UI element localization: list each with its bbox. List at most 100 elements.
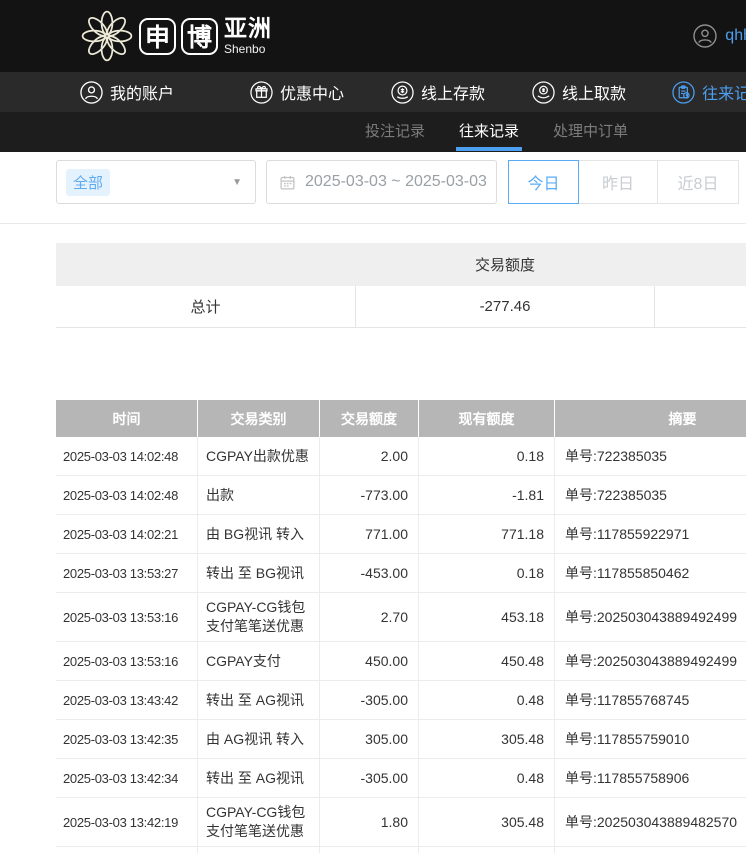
cell-type: 由 AG视讯 转入 xyxy=(197,720,319,758)
cell-time: 2025-03-03 13:42:34 xyxy=(56,759,197,797)
nav-item-label: 我的账户 xyxy=(110,80,174,104)
cell-time: 2025-03-03 13:53:16 xyxy=(56,593,197,641)
cell-time: 2025-03-03 13:53:27 xyxy=(56,554,197,592)
category-select[interactable]: 全部 ▼ xyxy=(56,160,256,204)
cell-balance: 0.48 xyxy=(418,759,554,797)
table-row: 2025-03-03 13:53:16 CGPAY支付 450.00 450.4… xyxy=(56,642,746,681)
user-icon xyxy=(80,81,103,104)
cell-amount: 2.00 xyxy=(319,437,418,475)
cell-type: 由 BG视讯 转入 xyxy=(197,515,319,553)
transactions-table-body: 2025-03-03 14:02:48 CGPAY出款优惠 2.00 0.18 … xyxy=(56,437,746,853)
nav-item-my-account[interactable]: 我的账户 xyxy=(80,80,174,104)
cell-time: 2025-03-03 13:42:19 xyxy=(56,798,197,846)
cell-type: 出款 xyxy=(197,476,319,514)
calendar-icon xyxy=(279,174,296,191)
table-row: 2025-03-03 13:43:42 转出 至 AG视讯 -305.00 0.… xyxy=(56,681,746,720)
cell-summary: 单号:117855922971 xyxy=(554,515,746,553)
cell-time: 2025-03-03 13:42:19 xyxy=(56,847,197,853)
cell-balance: 450.48 xyxy=(418,642,554,680)
cell-time: 2025-03-03 14:02:48 xyxy=(56,476,197,514)
summary-total-label: 总计 xyxy=(56,286,355,327)
cell-balance: 0.48 xyxy=(418,681,554,719)
records-icon xyxy=(672,81,695,104)
cell-amount: 771.00 xyxy=(319,515,418,553)
nav-item-label: 线上取款 xyxy=(562,80,626,104)
user-account-area[interactable]: qhh xyxy=(693,0,746,72)
cell-summary: 单号:722385035 xyxy=(554,437,746,475)
tab-pending-orders[interactable]: 处理中订单 xyxy=(553,112,628,152)
cell-summary: 单号:202503043889482570 xyxy=(554,847,746,853)
tab-transaction-records[interactable]: 往来记录 xyxy=(459,112,519,152)
transactions-table: 时间 交易类别 交易额度 现有额度 摘要 2025-03-03 14:02:48… xyxy=(56,400,746,853)
summary-amount-header: 交易额度 xyxy=(355,254,655,275)
cell-amount: 305.00 xyxy=(319,720,418,758)
gift-icon xyxy=(250,81,273,104)
cell-balance: 771.18 xyxy=(418,515,554,553)
filter-bar: 全部 ▼ 2025-03-03 ~ 2025-03-03 今日 昨日 近8日 xyxy=(0,152,746,223)
cell-type: CGPAY-CG钱包支付笔笔送优惠 xyxy=(197,798,319,846)
cell-amount: 300.00 xyxy=(319,847,418,853)
brand-subtitle: Shenbo xyxy=(224,43,272,55)
nav-item-label: 往来记录 xyxy=(702,80,746,104)
column-header-time: 时间 xyxy=(56,400,197,437)
table-row: 2025-03-03 13:42:35 由 AG视讯 转入 305.00 305… xyxy=(56,720,746,759)
column-header-type: 交易类别 xyxy=(197,400,319,437)
sub-nav: 投注记录 往来记录 处理中订单 xyxy=(0,112,746,152)
chevron-down-icon: ▼ xyxy=(232,177,242,188)
transactions-page: { "colors": { "accent_blue": "#4d9ff0", … xyxy=(0,0,746,853)
nav-item-label: 线上存款 xyxy=(421,80,485,104)
table-row: 2025-03-03 13:53:27 转出 至 BG视讯 -453.00 0.… xyxy=(56,554,746,593)
cell-balance: 453.18 xyxy=(418,593,554,641)
summary-empty-cell xyxy=(655,286,746,327)
table-row: 2025-03-03 14:02:48 出款 -773.00 -1.81 单号:… xyxy=(56,476,746,515)
nav-item-deposit[interactable]: 线上存款 xyxy=(391,80,485,104)
table-row: 2025-03-03 13:42:19 CGPAY-CG钱包支付笔笔送优惠 1.… xyxy=(56,798,746,847)
cell-amount: 450.00 xyxy=(319,642,418,680)
date-range-value: 2025-03-03 ~ 2025-03-03 xyxy=(305,173,487,191)
cell-balance: 0.18 xyxy=(418,437,554,475)
cell-summary: 单号:202503043889482570 xyxy=(554,798,746,846)
cell-balance: 305.48 xyxy=(418,798,554,846)
withdraw-money-icon xyxy=(532,81,555,104)
cell-type: 转出 至 AG视讯 xyxy=(197,681,319,719)
summary-total-row: 总计 -277.46 xyxy=(56,286,746,328)
cell-summary: 单号:117855758906 xyxy=(554,759,746,797)
summary-table-header: 交易额度 xyxy=(56,243,746,286)
cell-type: 转出 至 AG视讯 xyxy=(197,759,319,797)
cell-amount: 2.70 xyxy=(319,593,418,641)
brand-logo[interactable]: 申 博 亚洲 Shenbo xyxy=(80,9,272,63)
brand-char-1: 申 xyxy=(139,18,176,55)
cell-summary: 单号:117855759010 xyxy=(554,720,746,758)
cell-balance: 305.48 xyxy=(418,720,554,758)
cell-type: CGPAY支付 xyxy=(197,642,319,680)
cell-time: 2025-03-03 13:43:42 xyxy=(56,681,197,719)
last-8-days-button[interactable]: 近8日 xyxy=(657,160,739,204)
cell-time: 2025-03-03 14:02:21 xyxy=(56,515,197,553)
today-button[interactable]: 今日 xyxy=(508,160,579,204)
date-range-input[interactable]: 2025-03-03 ~ 2025-03-03 xyxy=(266,160,497,204)
table-row: 2025-03-03 13:42:19 CGPAY支付 300.00 303.6… xyxy=(56,847,746,853)
table-row: 2025-03-03 14:02:48 CGPAY出款优惠 2.00 0.18 … xyxy=(56,437,746,476)
tab-betting-records[interactable]: 投注记录 xyxy=(365,112,425,152)
cell-time: 2025-03-03 13:53:16 xyxy=(56,642,197,680)
flower-logo-icon xyxy=(80,9,134,63)
cell-time: 2025-03-03 14:02:48 xyxy=(56,437,197,475)
cell-amount: -453.00 xyxy=(319,554,418,592)
cell-amount: -305.00 xyxy=(319,681,418,719)
deposit-coin-icon xyxy=(391,81,414,104)
nav-item-withdraw[interactable]: 线上取款 xyxy=(532,80,626,104)
section-divider xyxy=(0,223,746,224)
nav-item-label: 优惠中心 xyxy=(280,80,344,104)
nav-item-promotions[interactable]: 优惠中心 xyxy=(250,80,344,104)
username-label: qhh xyxy=(725,27,746,45)
column-header-amount: 交易额度 xyxy=(319,400,418,437)
cell-summary: 单号:202503043889492499 xyxy=(554,642,746,680)
nav-item-transactions[interactable]: 往来记录 xyxy=(672,80,746,104)
table-row: 2025-03-03 13:53:16 CGPAY-CG钱包支付笔笔送优惠 2.… xyxy=(56,593,746,642)
transactions-table-header: 时间 交易类别 交易额度 现有额度 摘要 xyxy=(56,400,746,437)
summary-total-value: -277.46 xyxy=(355,286,655,327)
cell-type: CGPAY-CG钱包支付笔笔送优惠 xyxy=(197,593,319,641)
column-header-summary: 摘要 xyxy=(554,400,746,437)
yesterday-button[interactable]: 昨日 xyxy=(578,160,658,204)
quick-date-buttons: 今日 昨日 近8日 xyxy=(508,160,739,204)
